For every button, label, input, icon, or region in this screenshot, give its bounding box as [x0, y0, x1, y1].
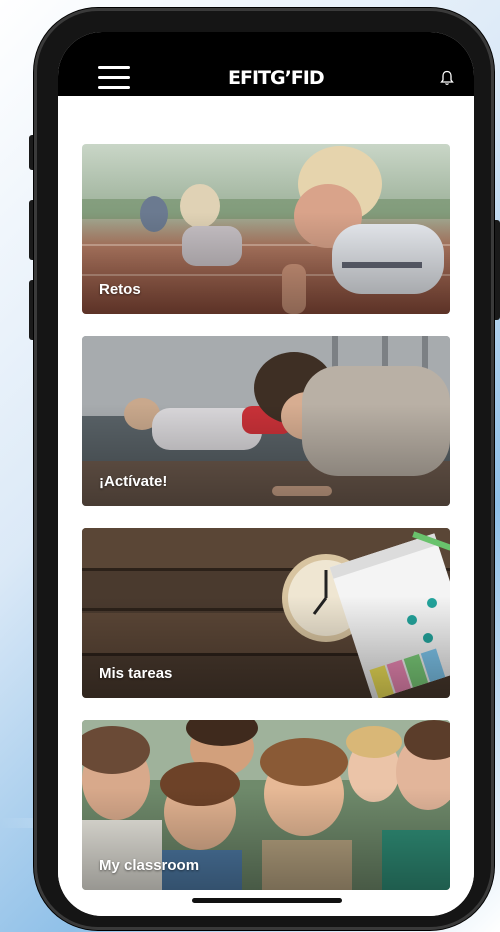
top-app-bar: EFITG’FID: [58, 32, 474, 96]
card-mis-tareas-label: Mis tareas: [99, 665, 173, 682]
card-activate[interactable]: ¡Actívate!: [82, 336, 450, 506]
bell-icon[interactable]: [440, 70, 454, 86]
main-content: Retos ¡Actívate! Mis tareas My classroom: [58, 96, 474, 916]
card-my-classroom-label: My classroom: [99, 857, 200, 874]
hamburger-menu-icon[interactable]: [98, 66, 130, 90]
card-mis-tareas-shade: [82, 596, 450, 698]
home-indicator[interactable]: [192, 898, 342, 903]
card-mis-tareas[interactable]: Mis tareas: [82, 528, 450, 698]
phone-screen: EFITG’FID Retos ¡Actívate! Mis tareas My…: [58, 32, 474, 916]
card-retos-shade: [82, 212, 450, 314]
app-logo: EFITG’FID: [228, 67, 325, 89]
phone-frame: EFITG’FID Retos ¡Actívate! Mis tareas My…: [34, 8, 494, 930]
card-activate-label: ¡Actívate!: [99, 473, 168, 490]
card-my-classroom[interactable]: My classroom: [82, 720, 450, 890]
card-activate-shade: [82, 404, 450, 506]
card-my-classroom-shade: [82, 788, 450, 890]
card-retos[interactable]: Retos: [82, 144, 450, 314]
card-retos-label: Retos: [99, 281, 141, 298]
